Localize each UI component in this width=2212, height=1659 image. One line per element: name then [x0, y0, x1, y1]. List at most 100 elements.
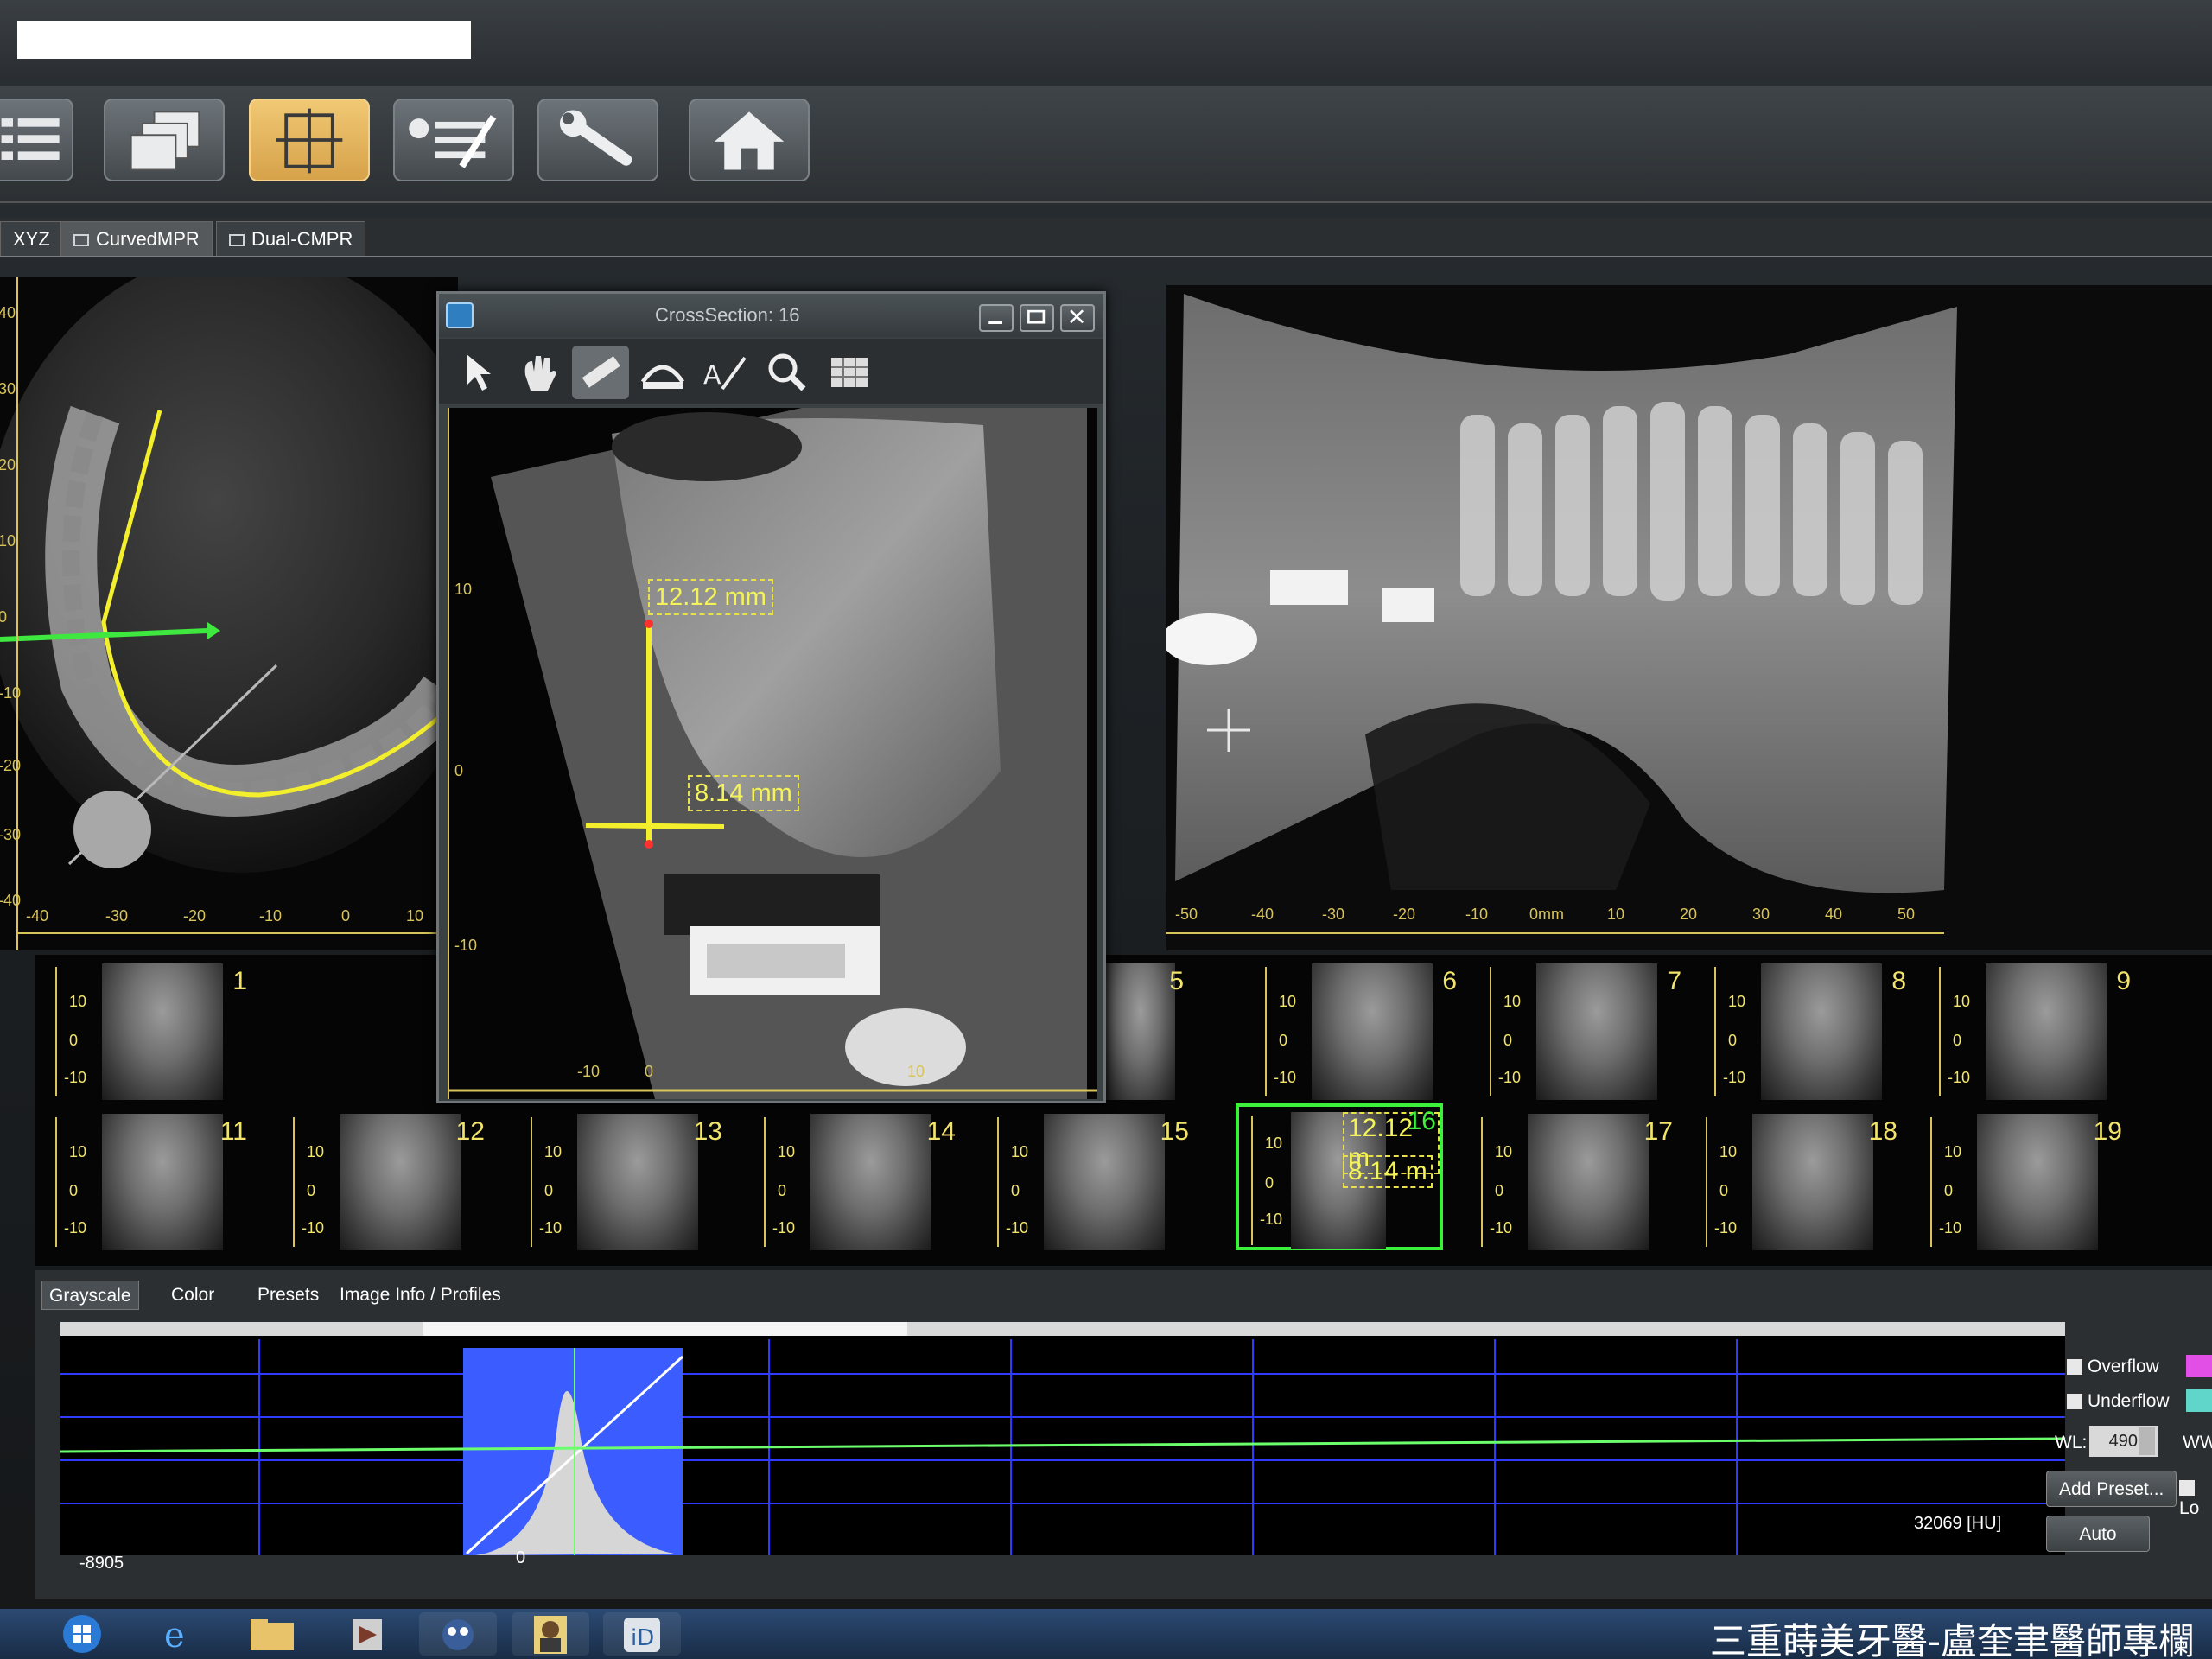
annotate-icon[interactable]: A: [696, 346, 753, 399]
thumb-image: [1044, 1114, 1165, 1250]
underflow-checkbox[interactable]: Underflow: [2067, 1391, 2170, 1412]
thumbnail[interactable]: 10 0 -10 9: [1918, 958, 2134, 1105]
pointer-icon[interactable]: [448, 346, 505, 399]
list-icon[interactable]: [0, 99, 73, 181]
thumbnail[interactable]: 10 0 -10 15: [976, 1109, 1192, 1255]
thumb-image: [1312, 963, 1433, 1100]
thumb-number: 8: [1891, 967, 1906, 995]
thumbnail[interactable]: 10 0 -10 19: [1910, 1109, 2126, 1255]
overflow-checkbox[interactable]: Overflow: [2067, 1357, 2159, 1377]
implant-view-icon[interactable]: [249, 99, 370, 181]
thumb-scale-label: -10: [1714, 1219, 1738, 1236]
thumbnail[interactable]: 10 0 -10 6: [1244, 958, 1460, 1105]
thumb-scale-label: -10: [539, 1219, 563, 1236]
thumb-image: [1977, 1114, 2098, 1250]
thumb-number: 17: [1643, 1117, 1673, 1146]
tab-presets[interactable]: Presets: [251, 1281, 326, 1310]
owl-icon[interactable]: [419, 1612, 497, 1656]
lo-label: Lo: [2179, 1498, 2200, 1518]
thumb-scale-label: -10: [1498, 1069, 1522, 1086]
thumb-scale-label: 0: [778, 1182, 787, 1199]
thumb-scale-label: 10: [544, 1143, 563, 1160]
close-button[interactable]: [1060, 304, 1095, 332]
add-preset-button[interactable]: Add Preset...: [2046, 1471, 2177, 1507]
thumb-scale-label: 0: [544, 1182, 554, 1199]
thumb-scale-label: 10: [1265, 1135, 1283, 1152]
svg-text:e: e: [164, 1616, 185, 1656]
axial-x-tick: 0: [341, 907, 351, 925]
tab-image-info[interactable]: Image Info / Profiles: [333, 1281, 508, 1310]
thumb-scale-label: 0: [1495, 1182, 1504, 1199]
media-icon[interactable]: [328, 1612, 406, 1656]
tab-curved-mpr[interactable]: CurvedMPR: [60, 221, 213, 256]
thumbnail[interactable]: 10 0 -10 18: [1685, 1109, 1901, 1255]
axial-y-tick: -30: [0, 826, 22, 843]
thumb-number: 11: [219, 1117, 247, 1146]
thumb-scale-label: -10: [1939, 1219, 1962, 1236]
measurement-label[interactable]: 12.12 mm: [648, 579, 773, 615]
grid-icon[interactable]: [821, 346, 878, 399]
zoom-icon[interactable]: [759, 346, 816, 399]
thumbnail[interactable]: 10 0 -10 8: [1694, 958, 1910, 1105]
thumbnail[interactable]: 10 0 -10 7: [1469, 958, 1685, 1105]
axial-x-tick: -10: [259, 907, 283, 925]
thumb-scale-label: -10: [1274, 1069, 1297, 1086]
histogram[interactable]: [60, 1322, 2066, 1555]
thumb-image: [1536, 963, 1657, 1100]
windows-start-icon[interactable]: [43, 1612, 121, 1656]
angle-icon[interactable]: [634, 346, 691, 399]
measurement-label[interactable]: 8.14 mm: [688, 775, 799, 811]
axial-view[interactable]: 40 30 20 10 0 -10 -20 -30 -40 -40 -30 -2…: [0, 276, 458, 950]
thumb-scale-label: 10: [69, 1143, 87, 1160]
pano-x-tick: -40: [1251, 906, 1274, 923]
thumbnail[interactable]: 10 0 -10 12: [272, 1109, 488, 1255]
axial-x-tick: -30: [105, 907, 129, 925]
thumb-scale-label: 0: [1011, 1182, 1020, 1199]
minimize-button[interactable]: [979, 304, 1014, 332]
tab-dual-cmpr-label: Dual-CMPR: [251, 228, 353, 250]
thumb-scale-label: 10: [307, 1143, 325, 1160]
maximize-button[interactable]: [1020, 304, 1054, 332]
thumbnail[interactable]: 10 0 -10 17: [1460, 1109, 1676, 1255]
thumbnail[interactable]: 10 0 -10 11: [35, 1109, 251, 1255]
thumbnail[interactable]: 10 0 -10 13: [510, 1109, 726, 1255]
internet-explorer-icon[interactable]: e: [138, 1612, 216, 1656]
axial-y-tick: -40: [0, 892, 22, 909]
wl-spinner[interactable]: [2139, 1427, 2155, 1455]
avatar-icon[interactable]: [512, 1612, 589, 1656]
thumbnail[interactable]: 10 0 -10 1: [35, 958, 251, 1105]
report-icon[interactable]: [393, 99, 514, 181]
thumb-scale-label: 0: [1719, 1182, 1729, 1199]
axial-y-tick: 10: [0, 532, 16, 550]
ruler-icon[interactable]: [572, 346, 629, 399]
thumbnail[interactable]: 10 0 -10 14: [743, 1109, 959, 1255]
thumb-number: 13: [693, 1117, 722, 1146]
cross-section-view[interactable]: 12.12 mm 8.14 mm 10 0 -10 -10 0 10: [448, 408, 1097, 1099]
panoramic-view[interactable]: -50 -40 -30 -20 -10 0mm 10 20 30 40 50: [1166, 285, 2212, 950]
lo-checkbox[interactable]: Lo: [2179, 1478, 2212, 1519]
tab-color[interactable]: Color: [164, 1281, 221, 1310]
folder-icon[interactable]: [233, 1612, 311, 1656]
redacted-patient-title: [17, 21, 471, 59]
tab-grayscale[interactable]: Grayscale: [41, 1281, 139, 1310]
axial-y-tick: 20: [0, 456, 16, 474]
auto-button[interactable]: Auto: [2046, 1516, 2150, 1552]
overflow-color-swatch[interactable]: [2186, 1355, 2212, 1377]
tab-xyz[interactable]: XYZ: [0, 221, 63, 256]
thumb-scale-label: 0: [1265, 1174, 1274, 1192]
thumb-number: 19: [2093, 1117, 2122, 1146]
layers-icon[interactable]: [104, 99, 225, 181]
underflow-color-swatch[interactable]: [2186, 1389, 2212, 1412]
home-icon[interactable]: [689, 99, 810, 181]
pano-x-tick: 20: [1680, 906, 1698, 923]
thumb-scale-label: 0: [69, 1032, 79, 1049]
tab-dual-cmpr[interactable]: Dual-CMPR: [216, 221, 366, 256]
thumbnail-selected[interactable]: 10 0 -10 12.12 m 8.14 m 16: [1236, 1103, 1443, 1250]
wrench-icon[interactable]: [537, 99, 658, 181]
thumb-image: [577, 1114, 698, 1250]
id-icon[interactable]: iD: [603, 1612, 681, 1656]
thumb-image: [1761, 963, 1882, 1100]
auto-label: Auto: [2079, 1524, 2117, 1544]
cross-section-titlebar[interactable]: CrossSection: 16: [439, 294, 1103, 337]
pan-hand-icon[interactable]: [510, 346, 567, 399]
